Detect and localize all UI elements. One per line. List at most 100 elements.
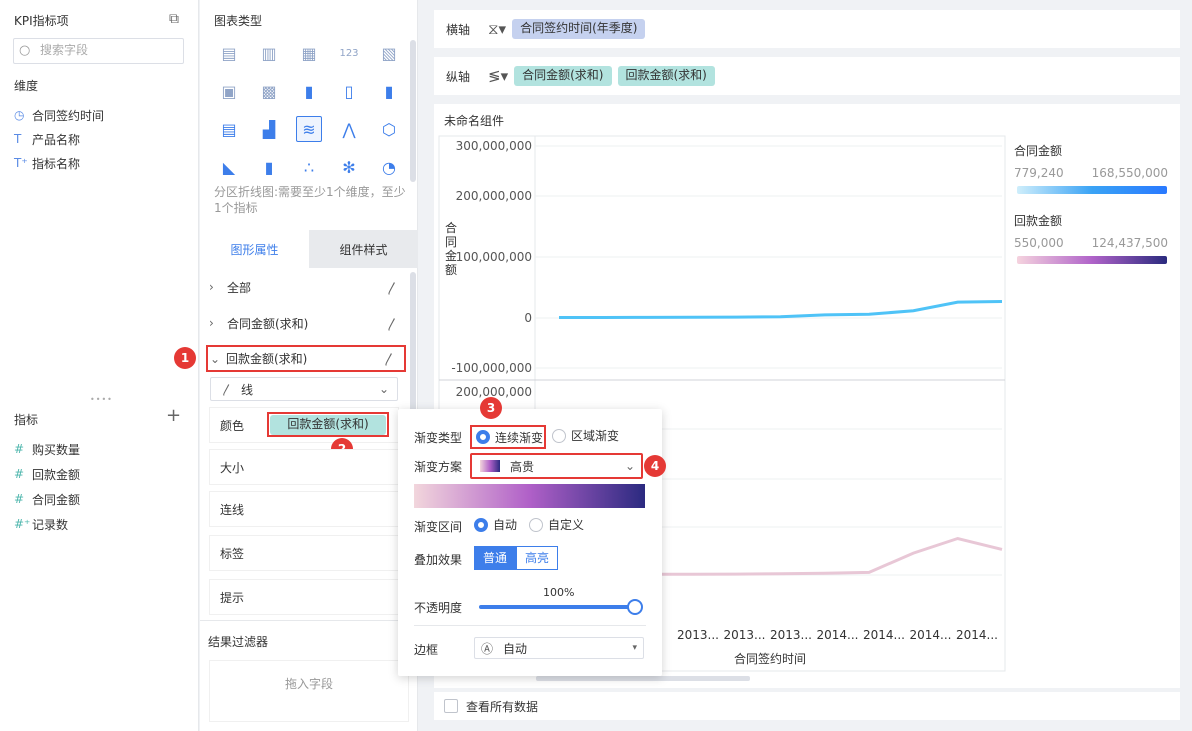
metric-item[interactable]: # 合同金额 bbox=[14, 489, 80, 509]
tab-component-style[interactable]: 组件样式 bbox=[309, 230, 418, 268]
dimension-item[interactable]: ◷ 合同签约时间 bbox=[14, 105, 104, 125]
line-chart-icon: 〳 bbox=[385, 281, 399, 297]
border-label: 边框 bbox=[414, 643, 439, 657]
legend-gradient-bar[interactable] bbox=[1017, 256, 1167, 264]
tab-graphic-props[interactable]: 图形属性 bbox=[200, 230, 309, 268]
radio-auto[interactable]: 自动 bbox=[474, 516, 517, 533]
overlay-normal-button[interactable]: 普通 bbox=[474, 546, 517, 570]
metric-label: 合同金额 bbox=[32, 492, 81, 507]
legend-min: 779,240 bbox=[1014, 166, 1064, 180]
prop-contract-amount[interactable]: › 合同金额(求和) 〳 bbox=[209, 308, 407, 338]
metric-item[interactable]: # 回款金额 bbox=[14, 464, 80, 484]
area-chart-icon[interactable]: ◣ bbox=[216, 154, 242, 180]
tooltip-card[interactable]: 提示 bbox=[209, 579, 399, 615]
x-tick-label: 2013... bbox=[770, 628, 812, 642]
axis-type-icon[interactable]: ≶▾ bbox=[488, 67, 508, 85]
kpi-number-icon[interactable]: 123 bbox=[336, 40, 362, 66]
x-scrollbar[interactable] bbox=[536, 676, 750, 681]
x-axis-field-pill[interactable]: 合同签约时间(年季度) bbox=[512, 19, 646, 39]
view-all-checkbox[interactable] bbox=[444, 699, 458, 713]
axis-type-icon[interactable]: ⧖▾ bbox=[488, 20, 506, 38]
divider bbox=[200, 620, 418, 621]
card-label: 大小 bbox=[220, 460, 245, 475]
chevron-right-icon: › bbox=[209, 280, 214, 294]
cross-table-icon[interactable]: ▥ bbox=[256, 40, 282, 66]
table-chart-icon[interactable]: ▤ bbox=[216, 40, 242, 66]
scatter-chart-icon[interactable]: ∴ bbox=[296, 154, 322, 180]
opacity-slider-thumb[interactable] bbox=[627, 599, 643, 615]
grid-chart-icon[interactable]: ▣ bbox=[216, 78, 242, 104]
switch-dataset-icon[interactable]: ⧉ bbox=[166, 11, 182, 27]
border-select[interactable]: Ⓐ 自动 ▾ bbox=[474, 637, 644, 659]
y-tick-label: 200,000,000 bbox=[456, 189, 532, 203]
radar-chart-icon[interactable]: ⬡ bbox=[376, 116, 402, 142]
radio-continuous[interactable]: 连续渐变 bbox=[470, 425, 546, 449]
shape-select[interactable]: 〳 线 ⌄ bbox=[210, 377, 398, 401]
area-line-chart-icon[interactable]: ≋ bbox=[296, 116, 322, 142]
column-chart-icon[interactable]: ▯ bbox=[336, 78, 362, 104]
column-variant-icon[interactable]: ▮ bbox=[256, 154, 282, 180]
number-type-icon: # bbox=[14, 492, 25, 506]
connect-card[interactable]: 连线 bbox=[209, 491, 399, 527]
label-card[interactable]: 标签 bbox=[209, 535, 399, 571]
radio-label: 连续渐变 bbox=[495, 430, 544, 445]
number-type-icon: # bbox=[14, 467, 25, 481]
field-search[interactable]: ○ bbox=[13, 38, 184, 64]
bar-chart-icon[interactable]: ▤ bbox=[216, 116, 242, 142]
shape-value: 线 bbox=[241, 382, 254, 397]
y-axis-field-pill[interactable]: 合同金额(求和) bbox=[514, 66, 612, 86]
gradient-type-label: 渐变类型 bbox=[414, 431, 463, 445]
stacked-column-icon[interactable]: ▮ bbox=[296, 78, 322, 104]
tile-chart-icon[interactable]: ▩ bbox=[256, 78, 282, 104]
overlay-highlight-button[interactable]: 高亮 bbox=[516, 546, 559, 570]
color-field-pill[interactable]: 回款金额(求和) bbox=[270, 415, 386, 435]
radar-line-icon[interactable]: ⋀ bbox=[336, 116, 362, 142]
size-card[interactable]: 大小 bbox=[209, 449, 399, 485]
search-input[interactable] bbox=[40, 43, 180, 57]
x-tick-label: 2013... bbox=[677, 628, 719, 642]
y-tick-label: 0 bbox=[524, 311, 532, 325]
dimension-item[interactable]: T⁺ 指标名称 bbox=[14, 153, 80, 173]
scheme-preview-bar bbox=[414, 484, 645, 508]
annotation-badge: 4 bbox=[644, 455, 666, 477]
metric-label: 记录数 bbox=[32, 517, 69, 532]
radio-area[interactable]: 区域渐变 bbox=[552, 427, 619, 444]
scrollbar[interactable] bbox=[410, 272, 416, 432]
legend-gradient-bar[interactable] bbox=[1017, 186, 1167, 194]
x-tick-label: 2014... bbox=[956, 628, 998, 642]
chevron-right-icon: › bbox=[209, 316, 214, 330]
add-metric-icon[interactable]: + bbox=[166, 407, 181, 425]
text-type-icon: T bbox=[14, 132, 22, 146]
dimension-item[interactable]: T 产品名称 bbox=[14, 129, 80, 149]
line-chart-icon: 〳 bbox=[382, 353, 396, 368]
stepped-line-icon[interactable]: ▟ bbox=[256, 116, 282, 142]
scheme-label: 渐变方案 bbox=[414, 460, 463, 474]
prop-payment-amount[interactable]: ⌄ 回款金额(求和) 〳 bbox=[206, 345, 406, 372]
legend-max: 124,437,500 bbox=[1091, 236, 1168, 250]
heatmap-table-icon[interactable]: ▧ bbox=[376, 40, 402, 66]
scheme-select[interactable]: 高贵 ⌄ bbox=[470, 453, 643, 479]
detail-table-icon[interactable]: ▦ bbox=[296, 40, 322, 66]
filter-drop-zone[interactable]: 拖入字段 bbox=[209, 660, 409, 722]
radio-button bbox=[552, 428, 566, 443]
opacity-slider-track[interactable] bbox=[479, 605, 635, 609]
x-axis-label: 横轴 bbox=[446, 22, 471, 37]
grouped-column-icon[interactable]: ▮ bbox=[376, 78, 402, 104]
prop-all[interactable]: › 全部 〳 bbox=[209, 272, 407, 302]
auto-border-icon: Ⓐ bbox=[481, 641, 494, 656]
chevron-down-icon: ⌄ bbox=[624, 459, 635, 473]
line-shape-icon: 〳 bbox=[221, 382, 234, 397]
chevron-down-icon: ⌄ bbox=[210, 351, 221, 366]
metric-item[interactable]: # 购买数量 bbox=[14, 439, 80, 459]
chevron-down-icon: ⌄ bbox=[378, 382, 389, 396]
pie-chart-icon[interactable]: ◔ bbox=[376, 154, 402, 180]
scrollbar[interactable] bbox=[410, 40, 416, 182]
radio-custom[interactable]: 自定义 bbox=[529, 516, 584, 533]
y-axis-field-pill[interactable]: 回款金额(求和) bbox=[617, 66, 715, 86]
bubble-chart-icon[interactable]: ✻ bbox=[336, 154, 362, 180]
x-axis-title: 合同签约时间 bbox=[734, 651, 806, 666]
splitter-handle[interactable]: •••• bbox=[90, 396, 112, 404]
dimension-label: 合同签约时间 bbox=[32, 108, 105, 123]
metric-item[interactable]: #⁺ 记录数 bbox=[14, 514, 68, 534]
opacity-value: 100% bbox=[543, 586, 575, 599]
